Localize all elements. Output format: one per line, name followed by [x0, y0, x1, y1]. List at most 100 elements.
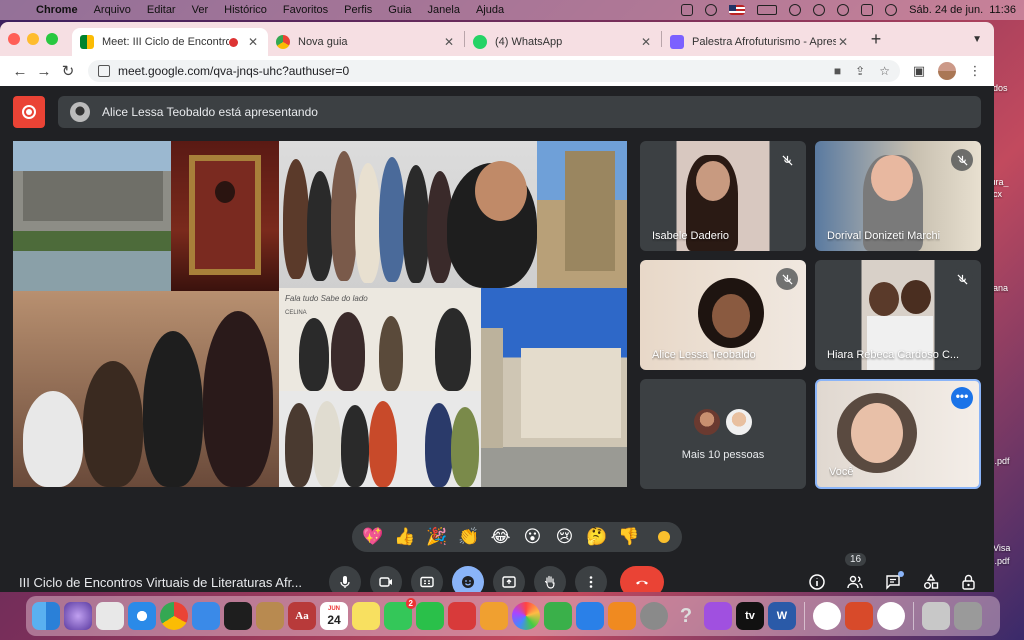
- siri-app-icon[interactable]: [64, 602, 92, 630]
- menu-app-name[interactable]: Chrome: [36, 4, 78, 16]
- bluetooth-icon[interactable]: [705, 4, 718, 16]
- spotlight-icon[interactable]: [837, 4, 850, 16]
- profile-avatar[interactable]: [938, 62, 956, 80]
- reaction-sad-button[interactable]: 😢: [554, 522, 575, 552]
- back-button[interactable]: ←: [8, 63, 32, 80]
- contacts-icon[interactable]: [256, 602, 284, 630]
- tab-new-tab[interactable]: Nova guia ✕: [268, 28, 464, 56]
- self-view-tile[interactable]: ••• Você: [815, 379, 981, 489]
- contacts-grid-icon[interactable]: [224, 602, 252, 630]
- dictionary-icon[interactable]: Aa: [288, 602, 316, 630]
- leave-call-button[interactable]: [620, 566, 664, 592]
- menu-janela[interactable]: Janela: [428, 4, 460, 16]
- control-center-icon[interactable]: [861, 4, 874, 16]
- apple-tv-icon[interactable]: tv: [736, 602, 764, 630]
- notes-icon[interactable]: [352, 602, 380, 630]
- participant-tile[interactable]: Hiara Rebeca Cardoso C...: [815, 260, 981, 370]
- menu-ajuda[interactable]: Ajuda: [476, 4, 504, 16]
- messages-icon[interactable]: 2: [384, 598, 416, 630]
- activities-button[interactable]: [920, 571, 942, 592]
- reload-button[interactable]: ↻: [56, 62, 80, 80]
- facetime-icon[interactable]: [416, 602, 444, 630]
- captions-button[interactable]: [411, 566, 443, 592]
- podcasts-icon[interactable]: [704, 602, 732, 630]
- emoji-reactions-button[interactable]: [452, 566, 484, 592]
- skin-tone-selector[interactable]: [656, 529, 672, 545]
- downloads-stack-icon[interactable]: [922, 602, 950, 630]
- host-controls-button[interactable]: [958, 571, 980, 592]
- reaction-heart-button[interactable]: 💖: [362, 522, 383, 552]
- menu-editar[interactable]: Editar: [147, 4, 176, 16]
- participant-tile[interactable]: Isabele Daderio: [640, 141, 806, 251]
- side-panel-icon[interactable]: ▣: [908, 63, 930, 79]
- people-button[interactable]: 16: [844, 553, 867, 592]
- menu-perfis[interactable]: Perfis: [344, 4, 372, 16]
- menu-favoritos[interactable]: Favoritos: [283, 4, 328, 16]
- close-tab-icon[interactable]: ✕: [639, 35, 653, 49]
- keyboard-flag-icon[interactable]: [729, 5, 746, 15]
- close-tab-icon[interactable]: ✕: [442, 35, 456, 49]
- tab-whatsapp[interactable]: (4) WhatsApp ✕: [465, 28, 661, 56]
- menu-arquivo[interactable]: Arquivo: [94, 4, 131, 16]
- pages-icon[interactable]: [480, 602, 508, 630]
- camera-button[interactable]: [370, 566, 402, 592]
- close-tab-icon[interactable]: ✕: [246, 35, 260, 49]
- site-info-icon[interactable]: [98, 65, 110, 77]
- zoom-window-button[interactable]: [46, 33, 58, 45]
- wifi-icon[interactable]: [789, 4, 802, 16]
- launchpad-icon[interactable]: [96, 602, 124, 630]
- address-bar[interactable]: meet.google.com/qva-jnqs-uhc?authuser=0 …: [88, 60, 900, 82]
- time-machine-icon[interactable]: [813, 4, 826, 16]
- bookmark-star-icon[interactable]: ☆: [879, 64, 890, 78]
- trash-icon[interactable]: [954, 602, 982, 630]
- share-icon[interactable]: ⇪: [855, 64, 865, 78]
- numbers-icon[interactable]: [544, 602, 572, 630]
- safari-icon[interactable]: [128, 602, 156, 630]
- books-icon[interactable]: [608, 602, 636, 630]
- reaction-thumbs-down-button[interactable]: 👎: [618, 522, 639, 552]
- forward-button[interactable]: →: [32, 63, 56, 80]
- battery-icon[interactable]: [757, 5, 778, 15]
- tab-palestra[interactable]: Palestra Afrofuturismo - Apresen ✕: [662, 28, 858, 56]
- reaction-party-button[interactable]: 🎉: [426, 522, 447, 552]
- minimize-window-button[interactable]: [27, 33, 39, 45]
- participant-tile[interactable]: Alice Lessa Teobaldo: [640, 260, 806, 370]
- more-participants-tile[interactable]: Mais 10 pessoas: [640, 379, 806, 489]
- meeting-details-button[interactable]: [806, 571, 828, 592]
- reaction-thumbs-up-button[interactable]: 👍: [394, 522, 415, 552]
- siri-icon[interactable]: [885, 4, 898, 16]
- powerpoint-icon[interactable]: [845, 602, 873, 630]
- keynote-icon[interactable]: [576, 602, 604, 630]
- recording-button[interactable]: [13, 96, 45, 128]
- url-text[interactable]: meet.google.com/qva-jnqs-uhc?authuser=0: [118, 64, 349, 78]
- participant-tile[interactable]: Dorival Donizeti Marchi: [815, 141, 981, 251]
- tab-search-chevron-icon[interactable]: ▼: [972, 34, 982, 45]
- finder-icon[interactable]: [32, 602, 60, 630]
- raise-hand-button[interactable]: [534, 566, 566, 592]
- more-options-icon[interactable]: •••: [951, 387, 973, 409]
- new-tab-button[interactable]: +: [862, 25, 890, 53]
- mail-icon[interactable]: [192, 602, 220, 630]
- close-window-button[interactable]: [8, 33, 20, 45]
- menubar-clock[interactable]: Sáb. 24 de jun. 11:36: [909, 4, 1016, 16]
- word-icon[interactable]: W: [768, 602, 796, 630]
- photo-booth-icon[interactable]: [448, 602, 476, 630]
- apple-icon[interactable]: [8, 3, 22, 17]
- menu-historico[interactable]: Histórico: [224, 4, 267, 16]
- running-figure-icon[interactable]: [877, 602, 905, 630]
- menu-ver[interactable]: Ver: [192, 4, 209, 16]
- system-settings-icon[interactable]: [640, 602, 668, 630]
- microphone-button[interactable]: [329, 566, 361, 592]
- chrome-app-icon[interactable]: [160, 602, 188, 630]
- camera-status-icon[interactable]: [681, 4, 694, 16]
- chrome-menu-icon[interactable]: ⋮: [964, 63, 986, 79]
- reaction-thinking-button[interactable]: 🤔: [586, 522, 607, 552]
- more-options-button[interactable]: [575, 566, 607, 592]
- tab-meet[interactable]: Meet: III Ciclo de Encontros ✕: [72, 28, 268, 56]
- camera-in-use-icon[interactable]: ■: [834, 64, 841, 78]
- reaction-surprised-button[interactable]: 😮: [522, 522, 543, 552]
- reaction-laugh-button[interactable]: 😂: [490, 522, 511, 552]
- menu-guia[interactable]: Guia: [388, 4, 411, 16]
- reaction-clap-button[interactable]: 👏: [458, 522, 479, 552]
- shared-screen[interactable]: Fala tudo Sabe do lado CELINA: [13, 141, 627, 487]
